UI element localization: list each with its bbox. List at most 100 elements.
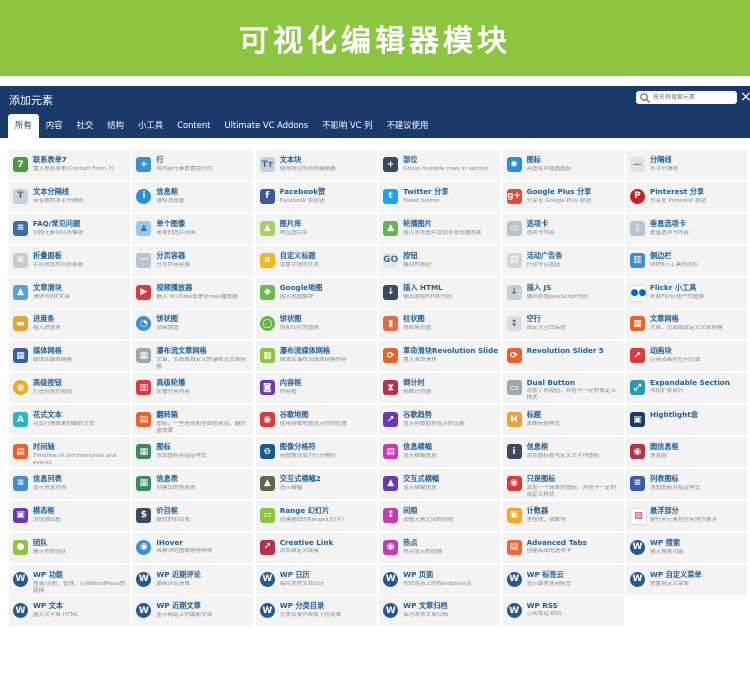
element-card[interactable]: ◉ 圆信息框 信息圈 bbox=[625, 437, 747, 468]
element-card[interactable]: ▦ 瀑布流媒体网格 媒体库瀑布流媒体网格内容 bbox=[255, 341, 377, 372]
element-card[interactable]: ◔ 饼状图 动画饼图 bbox=[132, 309, 254, 340]
element-card[interactable]: ▤ 信息横幅 显示横幅信息 bbox=[379, 437, 501, 468]
element-card[interactable]: ▥ 侧边栏 WP侧小工具的边栏 bbox=[625, 245, 747, 276]
element-card[interactable]: W WP RSS 订阅本站 RSS bbox=[502, 596, 624, 627]
element-card[interactable]: ▣ 计数器 里程碑，或数等 bbox=[502, 500, 624, 531]
element-card[interactable]: — 分隔线 水平分隔线 bbox=[625, 150, 747, 180]
element-card[interactable]: ◉ 热点 热点显示的图像 bbox=[379, 532, 501, 563]
element-card[interactable]: ≡ 列表图标 添加图标并指定样式 bbox=[625, 468, 747, 499]
element-card[interactable]: ▶ 视频播放器 嵌入 YouTube或是Vimeo播放器 bbox=[132, 277, 254, 308]
element-card[interactable]: ▮ 柱状图 线和条形图 bbox=[379, 309, 501, 340]
tab-3[interactable]: 结构 bbox=[100, 114, 131, 138]
search-box[interactable] bbox=[636, 91, 737, 104]
element-card[interactable]: ≡ 信息列表 显示信息列表 bbox=[9, 468, 130, 499]
tab-2[interactable]: 社交 bbox=[70, 114, 101, 138]
close-icon[interactable]: × bbox=[740, 90, 750, 104]
element-card[interactable]: ↕ 空行 自定义空白高度 bbox=[502, 309, 624, 340]
element-card[interactable]: ▦ 图标 添加图标并指定样式 bbox=[132, 437, 254, 468]
element-card[interactable]: ▲ 轮播图片 插入多张图片增加多张轮播效果 bbox=[379, 213, 501, 244]
tab-8[interactable]: 不建议使用 bbox=[380, 114, 436, 138]
element-card[interactable]: ▥ 高级轮播 轮播任何内容 bbox=[132, 373, 254, 404]
search-input[interactable] bbox=[651, 91, 733, 104]
element-card[interactable]: ▦ 瀑布流文章网格 文章、页面或自定义的瀑布流文章网格 bbox=[132, 341, 254, 372]
tab-7[interactable]: 不影响 VC 列 bbox=[315, 114, 379, 138]
tab-0[interactable]: 所有 bbox=[8, 114, 39, 138]
element-card[interactable]: f Facebook赞 Facebook 赞按钮 bbox=[255, 181, 377, 212]
element-card[interactable]: H 标题 真棒标题样式 bbox=[502, 405, 624, 436]
element-card[interactable]: + 行将内容元素放置在行内 bbox=[132, 150, 254, 180]
element-card[interactable]: W WP 文章归档 每月发布文章归档 bbox=[379, 596, 501, 627]
element-card[interactable]: ▤ 活动广告条 行动号召按钮 bbox=[502, 245, 624, 276]
element-card[interactable]: ⟳ 革命滑块Revolution Slider 置入革命滑块 bbox=[379, 341, 501, 372]
element-card[interactable]: ≡ 折叠面板 手风琴式的可折面板 bbox=[9, 245, 130, 276]
element-card[interactable]: ▬ 进度条 插入进度条 bbox=[9, 309, 130, 340]
element-card[interactable]: W WP 搜索 插入搜索功能 bbox=[625, 532, 747, 563]
element-card[interactable]: W WP 分类目录 分类目录列表或下拉菜单 bbox=[255, 596, 377, 627]
element-card[interactable]: Tт 文本块 使用所见即所得编辑器 bbox=[255, 150, 377, 180]
element-card[interactable]: ◉ 只是图标 添加一个简单的图标，并给予一定的自定义样式 bbox=[502, 468, 624, 499]
element-card[interactable]: ▭ Range 幻灯片 创建酷炫的Range幻灯片！ bbox=[255, 500, 377, 531]
element-card[interactable]: ↓ 插入 JS 输出原始JavaScript代码 bbox=[502, 277, 624, 308]
element-card[interactable]: g+ Google Plus 分享 分享至 Google Plus 按钮 bbox=[502, 181, 624, 212]
element-card[interactable]: 7 联系表单7 置入联系表单(Contact Form 7) bbox=[9, 150, 130, 180]
element-card[interactable]: ⤢ Expandable Section 添加扩张部分 bbox=[625, 373, 747, 404]
element-card[interactable]: ▲ 单个图像 简单的图片动画 bbox=[132, 213, 254, 244]
tab-4[interactable]: 小工具 bbox=[131, 114, 170, 138]
element-card[interactable]: W WP 自定义菜单 放置自定义菜单 bbox=[625, 564, 747, 595]
element-card[interactable]: ▤ 时间轴 Timeline of old memories and events bbox=[9, 437, 130, 468]
element-card[interactable]: A 花式文本 花式行情效果的翻转文本 bbox=[9, 405, 130, 436]
element-card[interactable]: W WP 功能 登录/注册、管理，订阅WordPress的链接 bbox=[9, 564, 130, 595]
element-card[interactable]: ⧗ 倒计时 倒数计时器 bbox=[379, 373, 501, 404]
element-card[interactable]: ▦ 媒体网格 媒体库媒体网格 bbox=[9, 341, 130, 372]
element-card[interactable]: W WP 页面 你的站点上的Wordpress页 bbox=[379, 564, 501, 595]
element-card[interactable]: ▲ 交互式横幅2 显示横幅 bbox=[255, 468, 377, 499]
element-card[interactable]: + 部位 Group multiple rows in section bbox=[379, 150, 501, 180]
element-card[interactable]: ◯ 饼状图 饼和切片的图表 bbox=[255, 309, 377, 340]
element-card[interactable]: W WP 文本 插入文字或 HTML bbox=[9, 596, 130, 627]
element-card[interactable]: $ 价目框 酷炫的价目表 bbox=[132, 500, 254, 531]
element-card[interactable]: P Pinterest 分享 分享至 Pinterest 按钮 bbox=[625, 181, 747, 212]
element-card[interactable]: i 信息框 通知消息框 bbox=[132, 181, 254, 212]
element-card[interactable]: a 自定义标题 设置字体的文本 bbox=[255, 245, 377, 276]
element-card[interactable]: ▲ 交互式横幅 显示横幅信息 bbox=[379, 468, 501, 499]
tab-5[interactable]: Content bbox=[170, 114, 217, 138]
element-card[interactable]: ▲ 图片库 响应图片库 bbox=[255, 213, 377, 244]
element-card[interactable]: ▣ Hightlight盒 bbox=[625, 405, 747, 436]
element-card[interactable]: ▣ 模态框 添加弹出框 bbox=[9, 500, 130, 531]
element-card[interactable]: ▭ 选项卡 选项卡内容 bbox=[502, 213, 624, 244]
element-card[interactable]: ◉ 高级按钮 打造创意的按钮 bbox=[9, 373, 130, 404]
element-card[interactable]: ⋯ 分页容器 分页内容容器 bbox=[132, 245, 254, 276]
element-card[interactable]: ↓ 插入 HTML 输出原始HTML代码 bbox=[379, 277, 501, 308]
element-card[interactable]: ◉ 谷歌地图 使用谷歌地图显示你的位置 bbox=[255, 405, 377, 436]
element-card[interactable]: W WP 日历 每月发布文章日历 bbox=[255, 564, 377, 595]
element-card[interactable]: ●● Flickr 小工具 来自Flickr账户的图像 bbox=[625, 277, 747, 308]
element-card[interactable]: ⟳ Revolution Slider 5 bbox=[502, 341, 624, 372]
element-card[interactable]: ● 团队 展示你的团队 bbox=[9, 532, 130, 563]
element-card[interactable]: GO 按钮 醒目的按钮 bbox=[379, 245, 501, 276]
element-card[interactable]: ↗ 动画块 应用动画在任何页面 bbox=[625, 341, 747, 372]
element-card[interactable]: ▦ 文章网格 文章、页面或自定义文章网格 bbox=[625, 309, 747, 340]
element-card[interactable]: W WP 近期评论 最新评论清单 bbox=[132, 564, 254, 595]
element-card[interactable]: ▤ 翻转箱 图标、一些信息和全面在网站，翻转盒效果 bbox=[132, 405, 254, 436]
element-card[interactable]: t Twitter 分享 Tweet button bbox=[379, 181, 501, 212]
element-card[interactable]: ✹ 图标 从图库中插图图标 bbox=[502, 150, 624, 180]
element-card[interactable]: ⊖ 图像分格符 用图像添加为行分隔符 bbox=[255, 437, 377, 468]
element-card[interactable]: ◙ 内容框 内容框 bbox=[255, 373, 377, 404]
element-card[interactable]: ◉ iHover 带悬浮的图像悬停特效 bbox=[132, 532, 254, 563]
tab-6[interactable]: Ultimate VC Addons bbox=[217, 114, 315, 138]
element-card[interactable]: T 文本分隔线 带有数的水平分隔线 bbox=[9, 181, 130, 212]
element-card[interactable]: ↗ Creative Link 添加自定义链接 bbox=[255, 532, 377, 563]
element-card[interactable]: ↕ 间隙 调整元素之间的间隙 bbox=[379, 500, 501, 531]
element-card[interactable]: ▤ Advanced Tabs 创建高级的选项卡 bbox=[502, 532, 624, 563]
element-card[interactable]: ▲ 文章滑块 滑块与WP文章 bbox=[9, 277, 130, 308]
element-card[interactable]: W WP 近期文章 显示网站上的最新文章 bbox=[132, 596, 254, 627]
element-card[interactable]: ↗ 谷歌趋势 显示谷歌趋势显示的见解 bbox=[379, 405, 501, 436]
element-card[interactable]: ▦ 信息表 创建您的信息表 bbox=[132, 468, 254, 499]
element-card[interactable]: ▨ 悬浮部分 使任何元素在任何地方悬浮 bbox=[625, 500, 747, 531]
element-card[interactable]: ≡ FAQ/常见问题 切换元素到问答模块 bbox=[9, 213, 130, 244]
element-card[interactable]: ▯ 垂直选项卡 垂直选项卡内容 bbox=[625, 213, 747, 244]
element-card[interactable]: ▭ Dual Button 添加了两按钮，并给予一定的自定义样式 bbox=[502, 373, 624, 404]
element-card[interactable]: ◆ Google地图 插入地图模块 bbox=[255, 277, 377, 308]
tab-1[interactable]: 内容 bbox=[39, 114, 70, 138]
element-card[interactable]: W WP 标签云 显示最常使用标签 bbox=[502, 564, 624, 595]
